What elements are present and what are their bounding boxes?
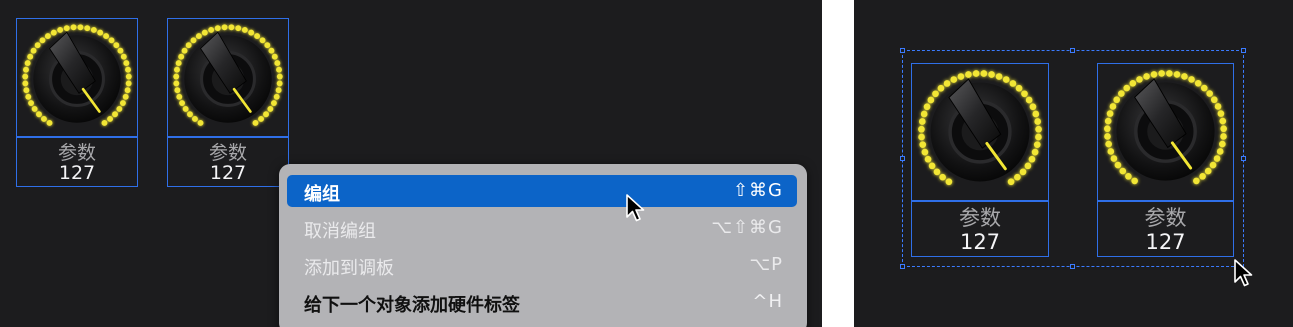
context-menu: 编组 ⇧⌘G 取消编组 ⌥⇧⌘G 添加到调板 ⌥P 给下一个对象添加硬件标签 ^…: [279, 164, 807, 327]
knob-label: 参数: [959, 206, 1001, 230]
resize-handle[interactable]: [900, 48, 905, 53]
knob-value: 127: [1145, 230, 1186, 254]
selection-box: [1097, 63, 1234, 201]
menu-item-add-hardware-label[interactable]: 给下一个对象添加硬件标签 ^H: [287, 286, 797, 318]
pointer-cursor-icon: [1234, 259, 1253, 287]
pointer-cursor-icon: [626, 194, 645, 222]
knob-control-1[interactable]: 参数 127: [16, 18, 138, 188]
knob-value: 127: [58, 162, 96, 184]
menu-item-group[interactable]: 编组 ⇧⌘G: [287, 175, 797, 207]
resize-handle[interactable]: [1241, 48, 1246, 53]
selection-box: [911, 63, 1049, 201]
resize-handle[interactable]: [900, 264, 905, 269]
menu-item-shortcut: ⇧⌘G: [732, 180, 783, 201]
menu-item-ungroup[interactable]: 取消编组 ⌥⇧⌘G: [287, 212, 797, 244]
menu-item-shortcut: ⌥⇧⌘G: [711, 217, 783, 238]
knob-control-2[interactable]: 参数 127: [167, 18, 289, 188]
menu-item-add-to-palette[interactable]: 添加到调板 ⌥P: [287, 249, 797, 281]
editor-canvas-left[interactable]: 参数 127 参数 127 编组 ⇧⌘G 取消编组 ⌥⇧⌘G 添加到调板 ⌥P …: [0, 0, 822, 327]
knob-control-3[interactable]: 参数 127: [911, 63, 1049, 257]
resize-handle[interactable]: [900, 156, 905, 161]
menu-item-shortcut: ⌥P: [749, 254, 783, 275]
menu-item-label: 编组: [304, 184, 340, 205]
knob-label: 参数: [208, 142, 247, 164]
menu-item-label: 给下一个对象添加硬件标签: [304, 295, 520, 316]
resize-handle[interactable]: [1241, 156, 1246, 161]
resize-handle[interactable]: [1070, 48, 1075, 53]
resize-handle[interactable]: [1070, 264, 1075, 269]
selection-box: [16, 18, 138, 137]
editor-canvas-right[interactable]: 参数 127 参数 127: [854, 0, 1293, 327]
knob-value: 127: [959, 230, 1001, 254]
knob-control-4[interactable]: 参数 127: [1097, 63, 1234, 257]
knob-label: 参数: [1144, 206, 1187, 230]
selection-box: [167, 18, 289, 137]
menu-item-shortcut: ^H: [752, 291, 783, 312]
knob-value: 127: [209, 162, 247, 184]
knob-label: 参数: [57, 142, 96, 164]
menu-item-label: 添加到调板: [304, 258, 394, 279]
menu-item-label: 取消编组: [304, 221, 376, 242]
